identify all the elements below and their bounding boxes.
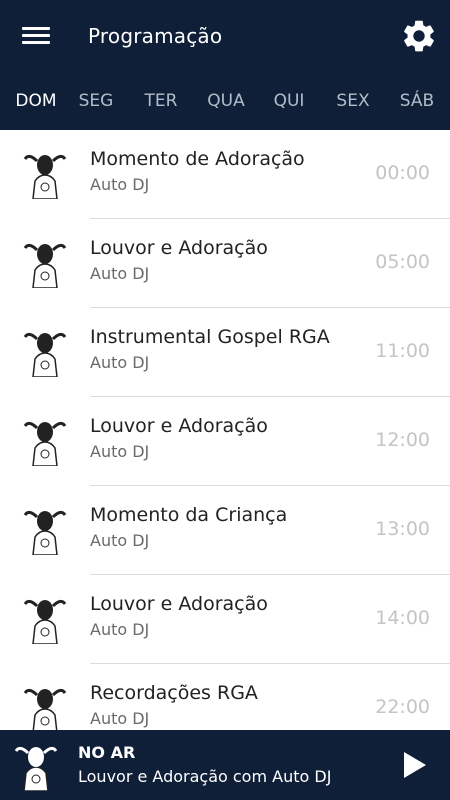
program-name: Louvor e Adoração [90, 593, 268, 615]
tab-qua[interactable]: QUA [194, 90, 258, 112]
schedule-list: Momento de Adoração Auto DJ 00:00 Louvor… [0, 130, 450, 730]
tab-sab[interactable]: SÁB [385, 90, 449, 112]
hamburger-menu-icon[interactable] [22, 25, 50, 47]
list-item[interactable]: Momento de Adoração Auto DJ 00:00 [0, 130, 450, 219]
now-playing-avatar [10, 739, 62, 791]
tab-ter[interactable]: TER [129, 90, 193, 112]
program-time: 13:00 [375, 518, 430, 540]
day-tabs: DOM SEG TER QUA QUI SEX SÁB [0, 82, 450, 122]
program-host: Auto DJ [90, 353, 150, 372]
list-item[interactable]: Momento da Criança Auto DJ 13:00 [0, 486, 450, 575]
program-host: Auto DJ [90, 620, 150, 639]
program-name: Momento da Criança [90, 504, 288, 526]
tab-sex[interactable]: SEX [321, 90, 385, 112]
list-item[interactable]: Recordações RGA Auto DJ 22:00 [0, 664, 450, 730]
program-host: Auto DJ [90, 531, 150, 550]
program-time: 12:00 [375, 429, 430, 451]
program-host: Auto DJ [90, 175, 150, 194]
program-name: Momento de Adoração [90, 148, 305, 170]
play-icon[interactable] [404, 752, 426, 778]
list-item[interactable]: Louvor e Adoração Auto DJ 14:00 [0, 575, 450, 664]
list-item[interactable]: Louvor e Adoração Auto DJ 12:00 [0, 397, 450, 486]
page-title: Programação [88, 24, 223, 48]
program-time: 14:00 [375, 607, 430, 629]
now-playing-text: Louvor e Adoração com Auto DJ [78, 767, 332, 786]
app-header: Programação DOM SEG TER QUA QUI SEX SÁB [0, 0, 450, 130]
host-avatar [23, 688, 67, 730]
list-item[interactable]: Instrumental Gospel RGA Auto DJ 11:00 [0, 308, 450, 397]
host-avatar [23, 510, 67, 555]
tab-dom[interactable]: DOM [4, 90, 68, 112]
program-host: Auto DJ [90, 709, 150, 728]
program-time: 22:00 [375, 696, 430, 718]
host-avatar [23, 243, 67, 288]
program-time: 05:00 [375, 251, 430, 273]
host-avatar [23, 599, 67, 644]
program-time: 00:00 [375, 162, 430, 184]
host-avatar [23, 421, 67, 466]
host-avatar [23, 332, 67, 377]
tab-qui[interactable]: QUI [257, 90, 321, 112]
host-avatar [23, 154, 67, 199]
program-name: Recordações RGA [90, 682, 258, 704]
program-name: Instrumental Gospel RGA [90, 326, 330, 348]
program-host: Auto DJ [90, 442, 150, 461]
program-name: Louvor e Adoração [90, 415, 268, 437]
program-name: Louvor e Adoração [90, 237, 268, 259]
program-time: 11:00 [375, 340, 430, 362]
program-host: Auto DJ [90, 264, 150, 283]
on-air-label: NO AR [78, 743, 136, 762]
now-playing-bar[interactable]: NO AR Louvor e Adoração com Auto DJ [0, 730, 450, 800]
tab-seg[interactable]: SEG [64, 90, 128, 112]
list-item[interactable]: Louvor e Adoração Auto DJ 05:00 [0, 219, 450, 308]
gear-icon[interactable] [400, 17, 438, 55]
